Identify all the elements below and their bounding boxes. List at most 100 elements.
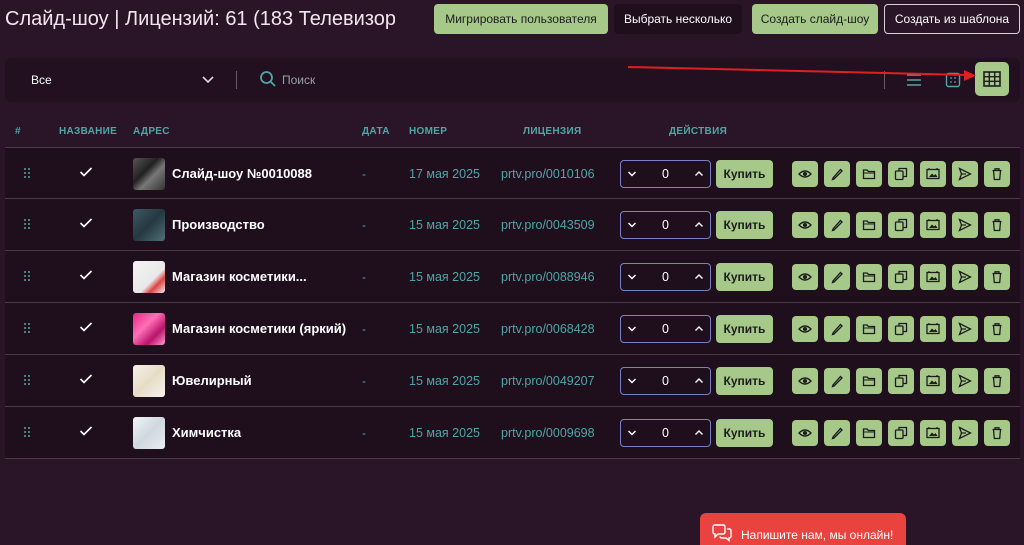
license-link[interactable]: prtv.pro/0049207 bbox=[501, 374, 595, 388]
slideshow-name[interactable]: Химчистка bbox=[172, 425, 241, 440]
checkmark-icon[interactable] bbox=[79, 321, 93, 333]
select-multiple-button[interactable]: Выбрать несколько bbox=[614, 4, 742, 34]
drag-handle-icon[interactable] bbox=[23, 270, 31, 284]
buy-button[interactable]: Купить bbox=[716, 211, 773, 239]
checkmark-icon[interactable] bbox=[79, 269, 93, 281]
drag-handle-icon[interactable] bbox=[23, 167, 31, 181]
trash-button[interactable] bbox=[984, 212, 1010, 238]
copy-button[interactable] bbox=[888, 212, 914, 238]
edit-pencil-button[interactable] bbox=[824, 420, 850, 446]
image-gallery-button[interactable] bbox=[920, 368, 946, 394]
table-view-button[interactable] bbox=[975, 62, 1009, 96]
license-link[interactable]: prtv.pro/0088946 bbox=[501, 270, 595, 284]
chat-widget-button[interactable]: Напишите нам, мы онлайн! bbox=[700, 513, 906, 545]
slideshow-thumbnail[interactable] bbox=[133, 261, 165, 293]
drag-handle-icon[interactable] bbox=[23, 374, 31, 388]
image-gallery-button[interactable] bbox=[920, 420, 946, 446]
send-button[interactable] bbox=[952, 161, 978, 187]
filter-select[interactable]: Все bbox=[15, 64, 225, 96]
buy-button[interactable]: Купить bbox=[716, 419, 773, 447]
slideshow-name[interactable]: Слайд-шоу №0010088 bbox=[172, 166, 312, 181]
slideshow-thumbnail[interactable] bbox=[133, 365, 165, 397]
buy-button[interactable]: Купить bbox=[716, 367, 773, 395]
quantity-stepper[interactable]: 0 bbox=[620, 419, 711, 447]
folder-button[interactable] bbox=[856, 420, 882, 446]
image-gallery-button[interactable] bbox=[920, 161, 946, 187]
trash-button[interactable] bbox=[984, 316, 1010, 342]
eye-button[interactable] bbox=[792, 212, 818, 238]
edit-pencil-button[interactable] bbox=[824, 368, 850, 394]
folder-button[interactable] bbox=[856, 316, 882, 342]
buy-button[interactable]: Купить bbox=[716, 263, 773, 291]
eye-button[interactable] bbox=[792, 161, 818, 187]
folder-button[interactable] bbox=[856, 368, 882, 394]
checkmark-icon[interactable] bbox=[79, 166, 93, 178]
create-slideshow-button[interactable]: Создать слайд-шоу bbox=[752, 4, 878, 34]
eye-button[interactable] bbox=[792, 420, 818, 446]
chevron-up-icon[interactable] bbox=[694, 220, 704, 230]
license-link[interactable]: prtv.pro/0068428 bbox=[501, 322, 595, 336]
chevron-up-icon[interactable] bbox=[694, 272, 704, 282]
copy-button[interactable] bbox=[888, 368, 914, 394]
migrate-user-button[interactable]: Мигрировать пользователя bbox=[434, 4, 608, 34]
image-gallery-button[interactable] bbox=[920, 264, 946, 290]
search-input[interactable]: Поиск bbox=[253, 64, 553, 96]
copy-button[interactable] bbox=[888, 161, 914, 187]
trash-button[interactable] bbox=[984, 264, 1010, 290]
trash-button[interactable] bbox=[984, 420, 1010, 446]
slideshow-thumbnail[interactable] bbox=[133, 417, 165, 449]
buy-button[interactable]: Купить bbox=[716, 160, 773, 188]
eye-button[interactable] bbox=[792, 316, 818, 342]
slideshow-name[interactable]: Магазин косметики... bbox=[172, 269, 307, 284]
send-button[interactable] bbox=[952, 368, 978, 394]
eye-button[interactable] bbox=[792, 368, 818, 394]
folder-button[interactable] bbox=[856, 264, 882, 290]
image-gallery-button[interactable] bbox=[920, 316, 946, 342]
send-button[interactable] bbox=[952, 264, 978, 290]
edit-pencil-button[interactable] bbox=[824, 316, 850, 342]
quantity-stepper[interactable]: 0 bbox=[620, 315, 711, 343]
license-link[interactable]: prtv.pro/0009698 bbox=[501, 426, 595, 440]
folder-button[interactable] bbox=[856, 212, 882, 238]
send-button[interactable] bbox=[952, 316, 978, 342]
copy-button[interactable] bbox=[888, 420, 914, 446]
drag-handle-icon[interactable] bbox=[23, 218, 31, 232]
quantity-stepper[interactable]: 0 bbox=[620, 367, 711, 395]
folder-button[interactable] bbox=[856, 161, 882, 187]
buy-button[interactable]: Купить bbox=[716, 315, 773, 343]
send-button[interactable] bbox=[952, 212, 978, 238]
quantity-stepper[interactable]: 0 bbox=[620, 211, 711, 239]
quantity-stepper[interactable]: 0 bbox=[620, 263, 711, 291]
slideshow-thumbnail[interactable] bbox=[133, 158, 165, 190]
trash-button[interactable] bbox=[984, 161, 1010, 187]
checkmark-icon[interactable] bbox=[79, 425, 93, 437]
drag-handle-icon[interactable] bbox=[23, 322, 31, 336]
edit-pencil-button[interactable] bbox=[824, 161, 850, 187]
checkmark-icon[interactable] bbox=[79, 373, 93, 385]
eye-button[interactable] bbox=[792, 264, 818, 290]
tile-view-icon[interactable] bbox=[945, 72, 961, 88]
drag-handle-icon[interactable] bbox=[23, 426, 31, 440]
checkmark-icon[interactable] bbox=[79, 217, 93, 229]
quantity-stepper[interactable]: 0 bbox=[620, 160, 711, 188]
chevron-up-icon[interactable] bbox=[694, 324, 704, 334]
slideshow-name[interactable]: Магазин косметики (яркий) bbox=[172, 321, 346, 336]
slideshow-thumbnail[interactable] bbox=[133, 313, 165, 345]
copy-button[interactable] bbox=[888, 316, 914, 342]
slideshow-name[interactable]: Производство bbox=[172, 217, 265, 232]
chevron-up-icon[interactable] bbox=[694, 169, 704, 179]
send-button[interactable] bbox=[952, 420, 978, 446]
edit-pencil-button[interactable] bbox=[824, 264, 850, 290]
chevron-up-icon[interactable] bbox=[694, 428, 704, 438]
copy-button[interactable] bbox=[888, 264, 914, 290]
trash-button[interactable] bbox=[984, 368, 1010, 394]
slideshow-name[interactable]: Ювелирный bbox=[172, 373, 252, 388]
slideshow-thumbnail[interactable] bbox=[133, 209, 165, 241]
image-gallery-button[interactable] bbox=[920, 212, 946, 238]
list-view-icon[interactable] bbox=[906, 73, 922, 87]
chevron-up-icon[interactable] bbox=[694, 376, 704, 386]
edit-pencil-button[interactable] bbox=[824, 212, 850, 238]
license-link[interactable]: prtv.pro/0010106 bbox=[501, 167, 595, 181]
license-link[interactable]: prtv.pro/0043509 bbox=[501, 218, 595, 232]
create-from-template-button[interactable]: Создать из шаблона bbox=[884, 4, 1020, 34]
